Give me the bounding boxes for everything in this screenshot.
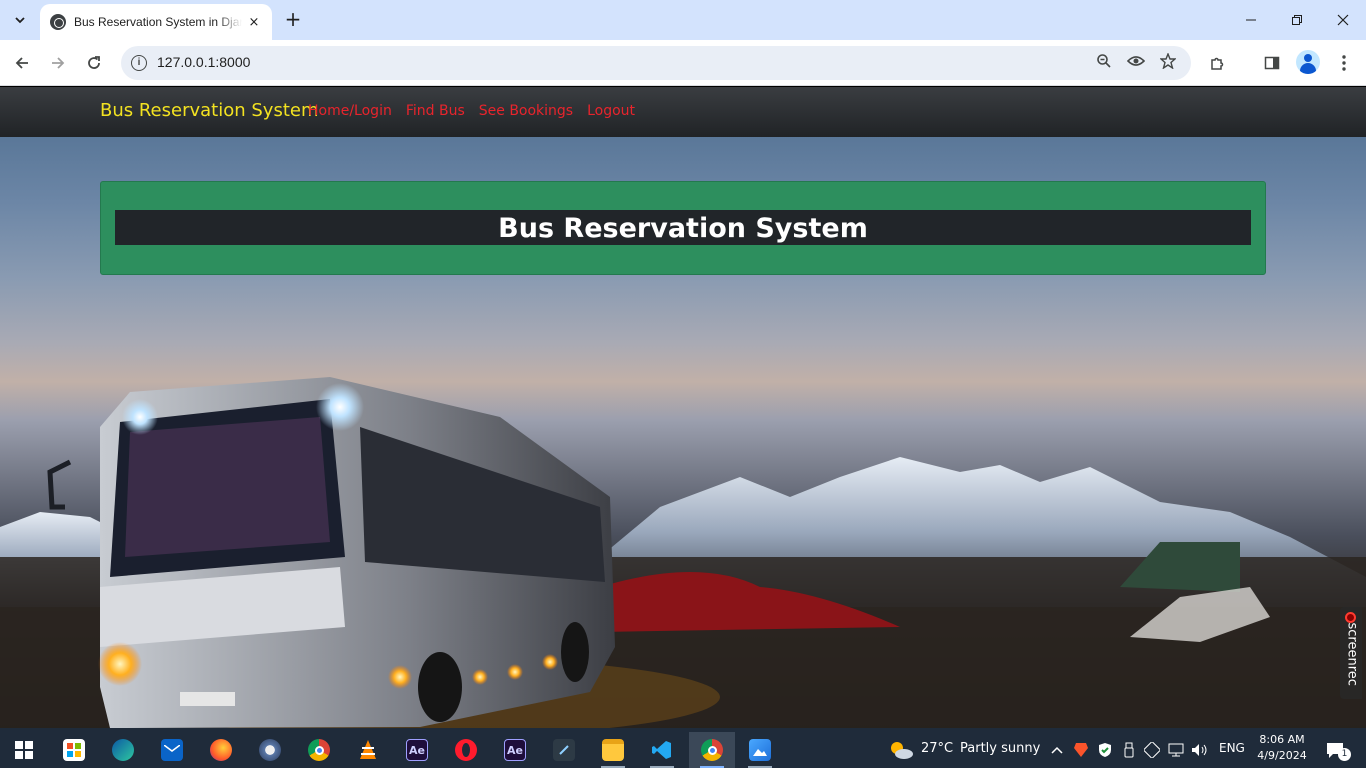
vscode-icon [651, 739, 673, 761]
tab-title: Bus Reservation System in Django [74, 15, 242, 29]
profile-avatar[interactable] [1296, 50, 1320, 74]
arrow-right-icon [52, 57, 65, 69]
after-effects-icon: Ae [406, 739, 428, 761]
arrow-left-icon [15, 57, 28, 69]
taskbar-after-effects-2[interactable]: Ae [495, 732, 535, 768]
new-tab-button[interactable]: + [282, 8, 304, 32]
puzzle-icon [1211, 57, 1224, 70]
screenrec-widget[interactable]: screenrec [1340, 607, 1362, 699]
url-text[interactable]: 127.0.0.1:8000 [157, 54, 250, 70]
extensions-button[interactable] [1204, 49, 1232, 77]
usb-device-icon[interactable] [1118, 732, 1140, 768]
chrome-icon [308, 739, 330, 761]
weather-temperature[interactable]: 27°C [921, 741, 953, 756]
clock-date: 4/9/2024 [1257, 749, 1307, 762]
firefox-icon [210, 739, 232, 761]
address-bar[interactable]: i 127.0.0.1:8000 [121, 46, 1191, 80]
close-window-button[interactable] [1320, 0, 1366, 40]
zoom-icon[interactable] [1094, 53, 1114, 73]
taskbar-after-effects-1[interactable]: Ae [397, 732, 437, 768]
file-explorer-icon [602, 739, 624, 761]
bookmark-star-icon[interactable] [1158, 52, 1178, 73]
show-hidden-icons-button[interactable] [1046, 732, 1068, 768]
minimize-icon [1246, 19, 1256, 21]
pen-tray-icon[interactable] [1141, 732, 1163, 768]
photo-icon [259, 739, 281, 761]
system-clock[interactable]: 8:06 AM 4/9/2024 [1254, 732, 1310, 764]
windows-logo-icon [15, 741, 33, 759]
chrome-icon [701, 739, 723, 761]
reload-button[interactable] [80, 49, 108, 77]
weather-widget-icon[interactable] [884, 732, 918, 768]
screenrec-label: screenrec [1344, 622, 1360, 686]
after-effects-icon: Ae [504, 739, 526, 761]
terminal-icon [553, 739, 575, 761]
record-icon [1345, 612, 1356, 623]
globe-icon [50, 14, 66, 30]
partly-sunny-icon [891, 742, 913, 759]
tab-search-button[interactable] [8, 8, 32, 32]
opera-icon [455, 739, 477, 761]
nav-link-see-bookings[interactable]: See Bookings [479, 103, 573, 119]
clock-time: 8:06 AM [1259, 733, 1305, 746]
close-tab-button[interactable]: × [246, 15, 262, 30]
browser-toolbar: i 127.0.0.1:8000 [0, 40, 1366, 86]
side-panel-icon [1264, 56, 1280, 70]
nav-links: Home/Login Find Bus See Bookings Logout [308, 103, 635, 119]
language-indicator[interactable]: ENG [1219, 741, 1245, 755]
brave-tray-icon[interactable] [1070, 732, 1092, 768]
navbar-brand[interactable]: Bus Reservation System [100, 100, 319, 121]
chevron-up-icon [1051, 746, 1063, 754]
taskbar-opera[interactable] [446, 732, 486, 768]
web-page: Bus Reservation System Home/Login Find B… [0, 87, 1366, 728]
taskbar-vlc[interactable] [348, 732, 388, 768]
photos-icon [749, 739, 771, 761]
network-icon[interactable] [1165, 732, 1187, 768]
weather-description[interactable]: Partly sunny [960, 741, 1040, 756]
tab-strip: Bus Reservation System in Django × + [0, 0, 1366, 40]
site-navbar: Bus Reservation System Home/Login Find B… [0, 87, 1366, 137]
forward-button[interactable] [44, 49, 72, 77]
notification-center-button[interactable]: 1 [1318, 732, 1352, 768]
mail-icon [161, 739, 183, 761]
security-shield-icon[interactable] [1094, 732, 1116, 768]
browser-tab[interactable]: Bus Reservation System in Django × [40, 4, 272, 40]
volume-icon[interactable] [1189, 732, 1211, 768]
store-icon [63, 739, 85, 761]
taskbar-vscode[interactable] [642, 732, 682, 768]
hero-title: Bus Reservation System [115, 210, 1251, 245]
taskbar-chrome-active[interactable] [689, 732, 735, 768]
nav-link-logout[interactable]: Logout [587, 103, 635, 119]
taskbar-mail[interactable] [152, 732, 192, 768]
kebab-menu-icon [1342, 55, 1346, 71]
restore-button[interactable] [1274, 0, 1320, 40]
back-button[interactable] [8, 49, 36, 77]
notification-count-badge: 1 [1338, 748, 1351, 761]
taskbar-terminal[interactable] [544, 732, 584, 768]
taskbar-edge[interactable] [103, 732, 143, 768]
taskbar: Ae Ae 27°C Partly sunny ENG 8:06 AM 4/9/… [0, 728, 1366, 768]
side-panel-button[interactable] [1258, 49, 1286, 77]
taskbar-photos[interactable] [740, 732, 780, 768]
eye-icon[interactable] [1126, 53, 1146, 73]
start-button[interactable] [4, 732, 44, 768]
restore-icon [1292, 15, 1302, 25]
edge-icon [112, 739, 134, 761]
minimize-button[interactable] [1228, 0, 1274, 40]
taskbar-photo-viewer[interactable] [250, 732, 290, 768]
nav-link-home-login[interactable]: Home/Login [308, 103, 392, 119]
site-info-icon[interactable]: i [131, 55, 147, 71]
nav-link-find-bus[interactable]: Find Bus [406, 103, 465, 119]
taskbar-firefox[interactable] [201, 732, 241, 768]
menu-button[interactable] [1330, 49, 1358, 77]
taskbar-chrome[interactable] [299, 732, 339, 768]
hero-panel: Bus Reservation System [100, 181, 1266, 275]
reload-icon [88, 56, 100, 69]
chevron-down-icon [15, 17, 25, 24]
taskbar-file-explorer[interactable] [593, 732, 633, 768]
vlc-icon [357, 739, 379, 761]
close-icon [1337, 14, 1349, 26]
taskbar-store[interactable] [54, 732, 94, 768]
